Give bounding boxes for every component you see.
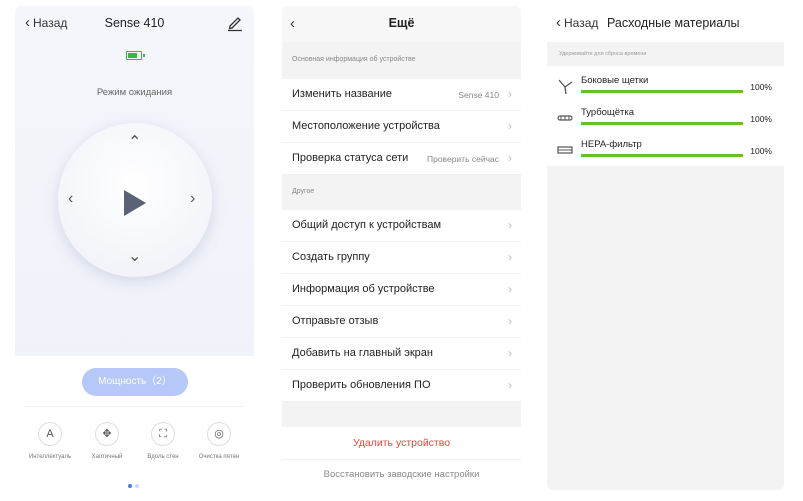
turbo-brush-icon: [557, 115, 573, 121]
list-item-device-info[interactable]: Информация об устройстве ›: [282, 274, 521, 306]
row-label: Изменить название: [292, 88, 392, 100]
list-item-rename[interactable]: Изменить название Sense 410 ›: [282, 79, 521, 111]
section-header-other: Другое: [292, 188, 315, 195]
device-title: Sense 410: [104, 16, 165, 30]
chevron-right-pad-icon[interactable]: ›: [190, 191, 195, 207]
row-label: Проверить обновления ПО: [292, 379, 431, 391]
row-value: Sense 410: [458, 90, 499, 100]
chevron-right-icon: ›: [508, 346, 512, 360]
chevron-right-icon: ›: [508, 250, 512, 264]
random-mode-icon: ✥: [95, 422, 119, 446]
consumable-percent: 100%: [750, 114, 772, 124]
more-nav-bar: ‹ Ещё: [282, 6, 521, 42]
mode-edge-button[interactable]: ⛶ Вдоль стен: [138, 422, 188, 460]
row-label: Информация об устройстве: [292, 283, 435, 295]
chevron-right-icon: ›: [508, 151, 512, 165]
reset-label: Восстановить заводские настройки: [323, 469, 480, 480]
edge-mode-icon: ⛶: [151, 422, 175, 446]
row-label: Создать группу: [292, 251, 370, 263]
consumable-name: Турбощётка: [581, 107, 635, 118]
mode-random-button[interactable]: ✥ Хаотичный: [82, 422, 132, 460]
chevron-right-icon: ›: [508, 314, 512, 328]
chevron-up-icon[interactable]: ⌃: [128, 135, 141, 151]
mode-label: Вдоль стен: [147, 454, 179, 460]
consumable-name: Боковые щетки: [581, 75, 649, 86]
mode-smart-button[interactable]: A Интеллектуаль: [25, 422, 75, 460]
page-title: Ещё: [388, 16, 415, 30]
chevron-down-icon[interactable]: ⌄: [128, 249, 141, 265]
list-item-share[interactable]: Общий доступ к устройствам ›: [282, 210, 521, 242]
delete-device-button[interactable]: Удалить устройство: [282, 427, 521, 459]
control-bottom-panel: Мощность（2） A Интеллектуаль ✥ Хаотичный …: [15, 356, 254, 490]
control-nav-bar: ‹ Назад Sense 410: [15, 6, 254, 42]
progress-bar: [581, 122, 743, 125]
list-item-network-check[interactable]: Проверка статуса сети Проверить сейчас ›: [282, 143, 521, 175]
consumable-side-brush[interactable]: Боковые щетки 100%: [547, 70, 784, 102]
list-item-firmware-update[interactable]: Проверить обновления ПО ›: [282, 370, 521, 402]
other-list: Общий доступ к устройствам › Создать гру…: [282, 210, 521, 402]
row-label: Местоположение устройства: [292, 120, 440, 132]
mode-label: Интеллектуаль: [28, 454, 72, 460]
control-screen: ‹ Назад Sense 410 Режим ожидания ⌃ ⌄ ‹ ›…: [15, 6, 254, 490]
divider: [25, 406, 244, 407]
list-item-feedback[interactable]: Отправьте отзыв ›: [282, 306, 521, 338]
more-screen: ‹ Ещё Основная информация об устройстве …: [282, 6, 521, 490]
consumables-list: Боковые щетки 100% Турбощётка 100% HEPA-…: [547, 66, 784, 166]
delete-label: Удалить устройство: [352, 437, 451, 449]
chevron-right-icon: ›: [508, 87, 512, 101]
battery-icon: [126, 51, 145, 60]
edit-icon[interactable]: [226, 14, 244, 32]
filter-icon: [557, 146, 573, 154]
basic-info-list: Изменить название Sense 410 › Местополож…: [282, 79, 521, 175]
mode-spot-button[interactable]: ◎ Очистка пятен: [194, 422, 244, 460]
mode-label: Очистка пятен: [198, 454, 240, 460]
consumables-nav-bar: ‹ Назад Расходные материалы: [547, 6, 784, 42]
chevron-right-icon: ›: [508, 378, 512, 392]
list-item-create-group[interactable]: Создать группу ›: [282, 242, 521, 274]
smart-mode-icon: A: [38, 422, 62, 446]
list-item-location[interactable]: Местоположение устройства ›: [282, 111, 521, 143]
mode-label: Хаотичный: [91, 454, 123, 460]
row-value: Проверить сейчас: [426, 154, 499, 164]
chevron-right-icon: ›: [508, 218, 512, 232]
chevron-right-icon: ›: [508, 119, 512, 133]
row-label: Проверка статуса сети: [292, 152, 409, 164]
consumable-hepa-filter[interactable]: HEPA-фильтр 100%: [547, 134, 784, 166]
back-button[interactable]: ‹ Назад: [556, 14, 599, 31]
play-icon[interactable]: [124, 190, 146, 216]
consumable-percent: 100%: [750, 82, 772, 92]
factory-reset-button[interactable]: Восстановить заводские настройки: [282, 459, 521, 490]
direction-pad: ⌃ ⌄ ‹ ›: [58, 123, 212, 277]
spot-mode-icon: ◎: [207, 422, 231, 446]
progress-bar: [581, 90, 743, 93]
back-label: Назад: [564, 16, 599, 30]
status-text: Режим ожидания: [96, 87, 173, 98]
consumable-percent: 100%: [750, 146, 772, 156]
consumables-screen: ‹ Назад Расходные материалы Удерживайте …: [547, 6, 784, 490]
reset-hint: Удерживайте для сброса времени: [559, 51, 647, 57]
power-button[interactable]: Мощность（2）: [82, 368, 188, 396]
consumable-name: HEPA-фильтр: [581, 139, 642, 150]
chevron-left-icon: ‹: [556, 14, 561, 31]
chevron-left-pad-icon[interactable]: ‹: [68, 191, 73, 207]
side-brush-icon: [558, 79, 573, 94]
consumable-turbo-brush[interactable]: Турбощётка 100%: [547, 102, 784, 134]
section-header-basic: Основная информация об устройстве: [292, 56, 416, 63]
row-label: Отправьте отзыв: [292, 315, 379, 327]
row-label: Добавить на главный экран: [292, 347, 433, 359]
row-label: Общий доступ к устройствам: [292, 219, 442, 231]
chevron-right-icon: ›: [508, 282, 512, 296]
progress-bar: [581, 154, 743, 157]
page-title: Расходные материалы: [607, 16, 740, 30]
list-item-home-screen[interactable]: Добавить на главный экран ›: [282, 338, 521, 370]
page-indicator: [128, 484, 139, 488]
